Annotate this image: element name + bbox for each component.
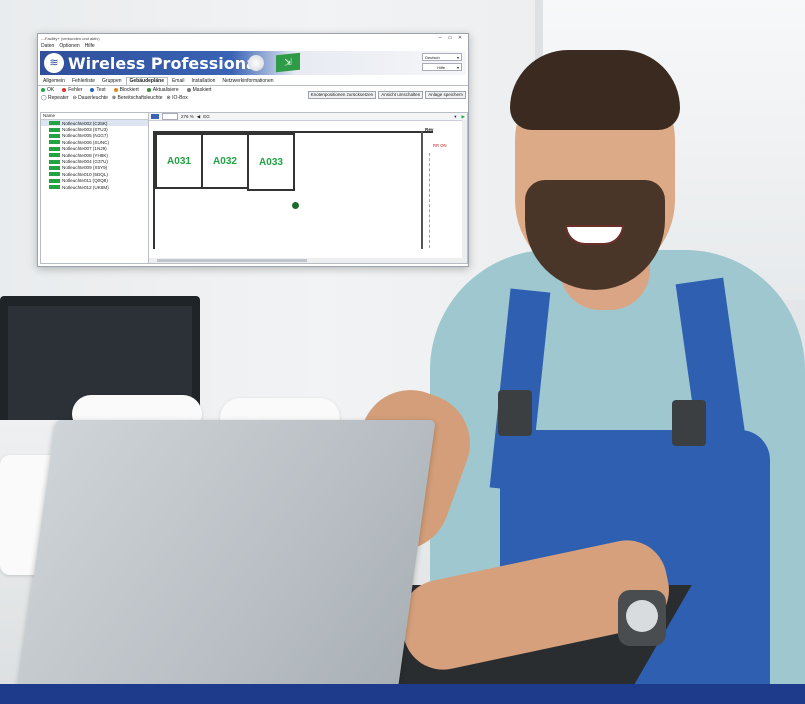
legend-repeater: ◯ Repeater — [41, 95, 69, 101]
brand-title: Wireless Professional — [68, 54, 263, 73]
language-select[interactable]: Deutsch ▾ — [422, 53, 462, 61]
app-banner: ≋ Wireless Professional ⇲ Deutsch ▾ Hilf… — [40, 51, 466, 75]
zoom-level: 276 % — [181, 114, 194, 119]
list-item[interactable]: Notleuchte012 (UK8M) — [41, 184, 148, 190]
next-icon[interactable]: ▶ — [462, 114, 465, 120]
list-header: Name — [41, 113, 148, 120]
room-a032[interactable]: A032 — [201, 133, 249, 189]
chevron-down-icon: ▾ — [456, 54, 459, 60]
wifi-icon: ≋ — [44, 53, 64, 73]
floor-plan: A031 A032 A033 Rev RR ON — [153, 125, 455, 255]
toggle-view-button[interactable]: Ansicht umschalten — [378, 91, 424, 99]
tab-email[interactable]: Email — [169, 78, 188, 85]
legend-io-box: ⊜ IO-Box — [166, 95, 188, 101]
legend-aktualisiere: Aktualisiere — [146, 87, 179, 93]
device-list: Name Notleuchte002 (C25K) Notleuchte003 … — [40, 112, 149, 264]
exit-sign-icon: ⇲ — [276, 52, 300, 73]
tab-netzwerkinformationen[interactable]: Netzwerkinformationen — [219, 78, 276, 85]
legend-ok: OK — [41, 87, 54, 93]
save-system-button[interactable]: Anlage speichern — [425, 91, 466, 99]
laptop-lid — [16, 420, 436, 700]
tab-allgemein[interactable]: Allgemein — [40, 78, 68, 85]
zoom-field[interactable] — [162, 113, 178, 120]
app-window: ---Facility+ (verbunden und aktiv) – ▭ ✕… — [37, 33, 469, 267]
ok-status-badge — [49, 172, 60, 177]
floor-plan-panel: 276 % ◀ EG ▾ ▶ A031 A032 A033 Rev RR ON — [148, 112, 468, 264]
minimize-icon[interactable]: – — [435, 35, 445, 41]
tab-bar: Allgemein Fehlerliste Gruppen Gebäudeplä… — [38, 77, 468, 86]
legend-fehler: Fehler — [62, 87, 82, 93]
legend-maskiert: Maskiert — [186, 87, 212, 93]
chevron-down-icon[interactable]: ▾ — [454, 114, 456, 120]
ok-status-badge — [49, 146, 60, 151]
ok-status-badge — [49, 178, 60, 183]
ok-status-badge — [49, 153, 60, 158]
menu-hilfe[interactable]: Hilfe — [85, 43, 95, 49]
brand-band — [0, 684, 805, 704]
legend-bereitschaftsleuchte: ⊗ Bereitschaftsleuchte — [111, 95, 163, 101]
close-icon[interactable]: ✕ — [455, 35, 465, 41]
horizontal-scrollbar[interactable] — [149, 258, 467, 263]
ok-status-badge — [49, 165, 60, 170]
help-select[interactable]: Hilfe ▾ — [422, 63, 462, 71]
chevron-down-icon: ▾ — [456, 64, 459, 70]
floor-select[interactable]: EG — [203, 114, 210, 119]
action-buttons: Knotenpositionen zurücksetzen Ansicht um… — [307, 91, 466, 99]
ok-status-badge — [49, 127, 60, 132]
room-a033[interactable]: A033 — [247, 133, 295, 191]
ok-status-badge — [49, 133, 60, 138]
reset-positions-button[interactable]: Knotenpositionen zurücksetzen — [307, 91, 377, 99]
sensor-icon — [248, 55, 264, 71]
room-a031[interactable]: A031 — [155, 133, 203, 189]
tab-gebaeudeplaene[interactable]: Gebäudepläne — [125, 77, 168, 85]
tab-fehlerliste[interactable]: Fehlerliste — [69, 78, 98, 85]
plan-view-icon[interactable] — [151, 114, 159, 119]
person-hair — [510, 50, 680, 130]
maximize-icon[interactable]: ▭ — [445, 35, 455, 41]
tab-installation[interactable]: Installation — [188, 78, 218, 85]
ok-status-badge — [49, 121, 60, 126]
overall-buckle — [498, 390, 532, 436]
help-value: Hilfe — [437, 64, 446, 70]
ok-status-badge — [49, 140, 60, 145]
chevron-left-icon[interactable]: ◀ — [197, 114, 200, 120]
menu-optionen[interactable]: Optionen — [59, 43, 79, 49]
menu-daten[interactable]: Daten — [41, 43, 54, 49]
tab-gruppen[interactable]: Gruppen — [99, 78, 124, 85]
legend-test: Test — [90, 87, 106, 93]
overall-buckle — [672, 400, 706, 446]
title-bar: ---Facility+ (verbunden und aktiv) – ▭ ✕ — [38, 34, 468, 42]
ok-status-badge — [49, 159, 60, 164]
vertical-scrollbar[interactable] — [462, 120, 467, 258]
plan-side-label: Rev — [425, 127, 434, 132]
plan-detail — [429, 153, 452, 248]
legend-dauerleuchte: ⊖ Dauerleuchte — [72, 95, 108, 101]
emergency-light-marker[interactable] — [291, 201, 300, 210]
wristwatch — [618, 590, 666, 646]
language-value: Deutsch — [425, 54, 440, 60]
plan-side-label-2: RR ON — [433, 143, 447, 148]
window-title: ---Facility+ (verbunden und aktiv) — [41, 35, 100, 41]
ok-status-badge — [49, 185, 60, 190]
menu-bar: Daten Optionen Hilfe — [38, 42, 468, 49]
plan-toolbar: 276 % ◀ EG ▾ ▶ — [149, 113, 467, 121]
legend-blockiert: Blockiert — [113, 87, 139, 93]
